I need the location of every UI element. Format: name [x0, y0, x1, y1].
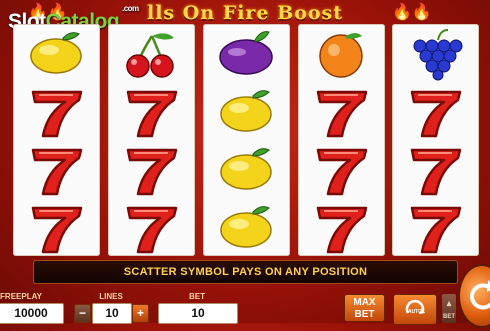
seven-symbol [392, 198, 479, 256]
autoplay-icon: AUTO [405, 299, 425, 315]
lines-value: 10 [92, 303, 132, 324]
reel-5 [392, 24, 479, 256]
bet-small-label: BET [443, 314, 455, 320]
seven-symbol [298, 82, 385, 140]
reel-3 [203, 24, 290, 256]
lemon-symbol [203, 198, 290, 256]
spin-icon [470, 280, 490, 310]
autoplay-button[interactable]: AUTO [393, 294, 437, 325]
reel-grid [13, 24, 479, 256]
seven-symbol [108, 82, 195, 140]
seven-symbol [13, 140, 100, 198]
spin-button[interactable] [458, 264, 490, 328]
lines-label: LINES [99, 292, 123, 301]
seven-symbol [13, 198, 100, 256]
lemon-symbol [13, 24, 100, 82]
seven-symbol [298, 198, 385, 256]
freeplay-label: FREEPLAY [0, 292, 42, 301]
lines-minus-button[interactable]: − [74, 304, 91, 323]
lines-plus-button[interactable]: + [132, 304, 149, 323]
bet-small-button[interactable]: ▴ BET [442, 294, 456, 323]
seven-symbol [392, 82, 479, 140]
plum-symbol [203, 24, 290, 82]
reel-4 [298, 24, 385, 256]
autoplay-label: AUTO [408, 309, 422, 315]
grapes-symbol [392, 24, 479, 82]
max-bet-label-top: MAX [353, 297, 376, 308]
orange-symbol [298, 24, 385, 82]
bet-small-glyph: ▴ [446, 298, 452, 308]
message-bar: SCATTER SYMBOL PAYS ON ANY POSITION [33, 260, 458, 284]
bet-value: 10 [158, 303, 238, 324]
max-bet-button[interactable]: MAX BET [344, 294, 385, 322]
freeplay-value: 10000 [0, 303, 64, 324]
watermark-com: .com [122, 4, 139, 13]
seven-symbol [13, 82, 100, 140]
reel-1 [13, 24, 100, 256]
seven-symbol [108, 140, 195, 198]
reel-2 [108, 24, 195, 256]
bet-label: BET [189, 292, 205, 301]
cherries-symbol [108, 24, 195, 82]
seven-symbol [392, 140, 479, 198]
max-bet-label-bottom: BET [354, 309, 375, 320]
lemon-symbol [203, 140, 290, 198]
lemon-symbol [203, 82, 290, 140]
seven-symbol [298, 140, 385, 198]
seven-symbol [108, 198, 195, 256]
